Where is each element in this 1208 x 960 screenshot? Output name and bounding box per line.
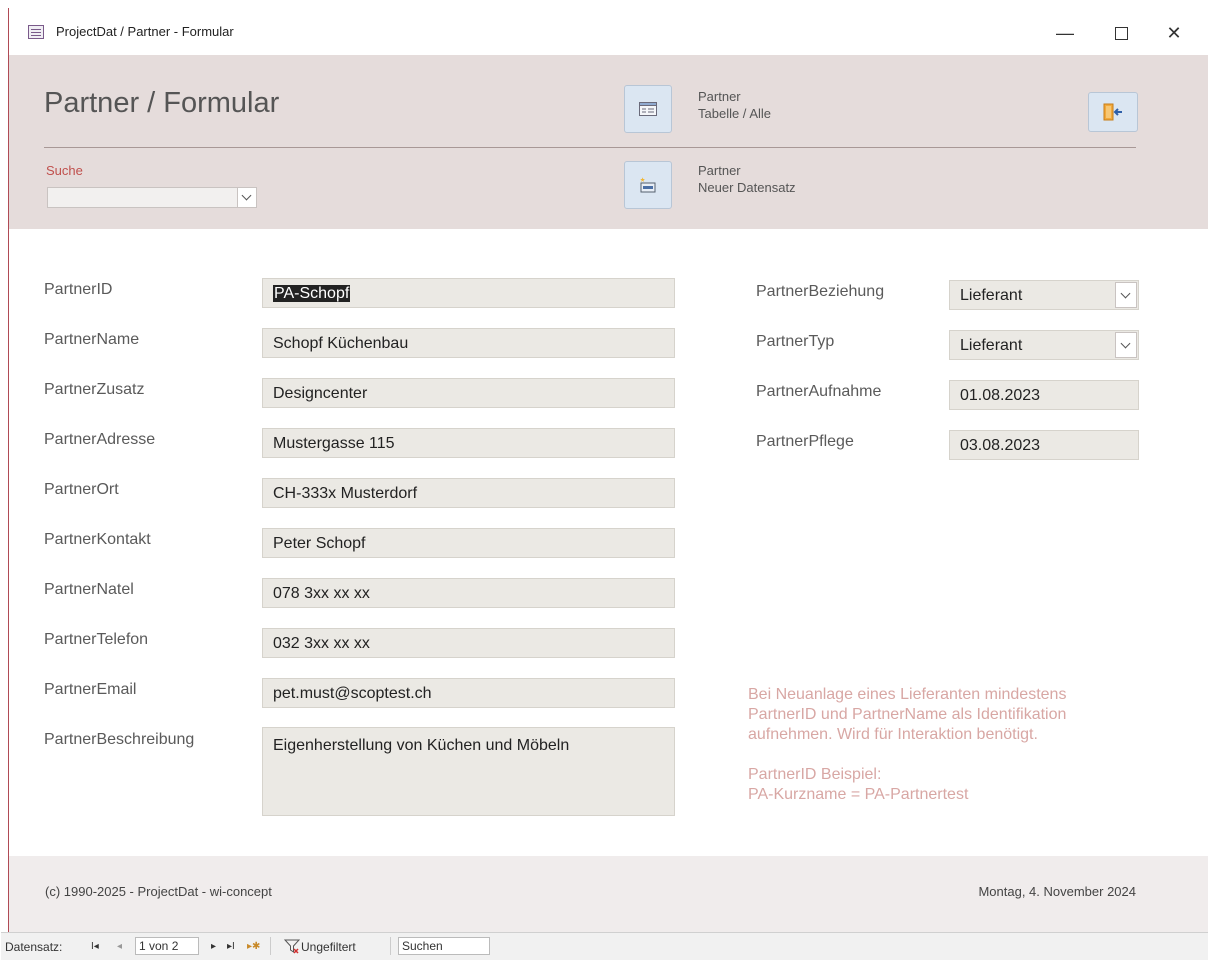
current-date: Montag, 4. November 2024 [978,884,1136,899]
partner-table-button[interactable] [624,85,672,133]
next-record-button[interactable]: ▸ [211,941,216,952]
info-line: Bei Neuanlage eines Lieferanten mindeste… [748,686,1067,703]
nav-separator [390,937,391,955]
partner-table-label-line1: Partner [698,89,741,104]
partner-beziehung-value: Lieferant [960,287,1023,304]
filter-status-button[interactable]: Ungefiltert [301,940,356,954]
partner-table-label-line2: Tabelle / Alle [698,106,771,121]
partner-name-field[interactable]: Schopf Küchenbau [262,328,675,358]
partner-beschreibung-field[interactable]: Eigenherstellung von Küchen und Möbeln [262,727,675,816]
search-combobox[interactable] [47,187,257,208]
partner-kontakt-field[interactable]: Peter Schopf [262,528,675,558]
last-record-button[interactable]: ▸I [227,941,235,952]
partner-aufnahme-field[interactable]: 01.08.2023 [949,380,1139,410]
window-title: ProjectDat / Partner - Formular [56,24,234,39]
chevron-down-icon[interactable] [1115,282,1137,308]
partner-pflege-label: PartnerPflege [756,433,854,450]
page-title: Partner / Formular [44,87,280,119]
partner-typ-value: Lieferant [960,337,1023,354]
chevron-down-icon[interactable] [237,188,256,207]
copyright-text: (c) 1990-2025 - ProjectDat - wi-concept [45,884,272,899]
maximize-icon [1114,26,1128,40]
partner-beschreibung-label: PartnerBeschreibung [44,731,195,748]
maximize-button[interactable] [1098,18,1144,48]
partner-adresse-field[interactable]: Mustergasse 115 [262,428,675,458]
new-record-nav-button[interactable]: ▸✱ [247,941,260,952]
form-header: Partner / Formular Suche Partner Tabelle… [9,55,1208,229]
info-line: PartnerID Beispiel: [748,766,882,783]
info-line: PA-Kurzname = PA-Partnertest [748,786,969,803]
partner-ort-field[interactable]: CH-333x Musterdorf [262,478,675,508]
exit-form-button[interactable] [1088,92,1138,132]
search-label: Suche [46,163,83,178]
new-record-icon [640,177,656,193]
new-record-label-line2: Neuer Datensatz [698,180,796,195]
partner-email-label: PartnerEmail [44,681,137,698]
filter-icon [284,939,300,954]
new-record-label-line1: Partner [698,163,741,178]
partner-natel-label: PartnerNatel [44,581,134,598]
minimize-button[interactable]: — [1042,18,1088,48]
close-button[interactable]: ✕ [1151,18,1197,48]
form-footer: (c) 1990-2025 - ProjectDat - wi-concept … [9,856,1208,936]
access-form-window: ProjectDat / Partner - Formular — ✕ Part… [1,8,1208,960]
new-record-label: Partner Neuer Datensatz [698,162,796,196]
nav-separator [270,937,271,955]
partner-name-label: PartnerName [44,331,140,348]
exit-door-icon [1103,103,1122,121]
partner-kontakt-label: PartnerKontakt [44,531,151,548]
record-navigation-bar: Datensatz: I◂ ◂ 1 von 2 ▸ ▸I ▸✱ Ungefilt… [1,932,1208,960]
partner-typ-label: PartnerTyp [756,333,835,350]
partner-natel-field[interactable]: 078 3xx xx xx [262,578,675,608]
partner-id-value: PA-Schopf [273,285,351,302]
new-record-button[interactable] [624,161,672,209]
partner-zusatz-field[interactable]: Designcenter [262,378,675,408]
partner-table-label: Partner Tabelle / Alle [698,88,771,122]
partner-id-label: PartnerID [44,281,113,298]
header-divider [44,147,1136,148]
partner-telefon-field[interactable]: 032 3xx xx xx [262,628,675,658]
partner-email-field[interactable]: pet.must@scoptest.ch [262,678,675,708]
partner-aufnahme-label: PartnerAufnahme [756,383,882,400]
partner-beziehung-combobox[interactable]: Lieferant [949,280,1139,310]
info-note: Bei Neuanlage eines Lieferanten mindeste… [748,685,1066,805]
info-line: PartnerID und PartnerName als Identifika… [748,706,1067,723]
info-line: aufnehmen. Wird für Interaktion benötigt… [748,726,1038,743]
partner-id-field[interactable]: PA-Schopf [262,278,675,308]
partner-beziehung-label: PartnerBeziehung [756,283,885,300]
record-label: Datensatz: [5,940,63,954]
partner-ort-label: PartnerOrt [44,481,119,498]
first-record-button[interactable]: I◂ [91,941,99,952]
partner-telefon-label: PartnerTelefon [44,631,149,648]
chevron-down-icon[interactable] [1115,332,1137,358]
datasheet-icon [639,102,657,116]
previous-record-button[interactable]: ◂ [117,941,122,952]
partner-zusatz-label: PartnerZusatz [44,381,145,398]
partner-typ-combobox[interactable]: Lieferant [949,330,1139,360]
record-position-input[interactable]: 1 von 2 [135,937,199,955]
record-search-input[interactable]: Suchen [398,937,490,955]
partner-pflege-field[interactable]: 03.08.2023 [949,430,1139,460]
form-icon [28,25,44,39]
title-bar: ProjectDat / Partner - Formular — ✕ [9,8,1208,55]
partner-adresse-label: PartnerAdresse [44,431,156,448]
